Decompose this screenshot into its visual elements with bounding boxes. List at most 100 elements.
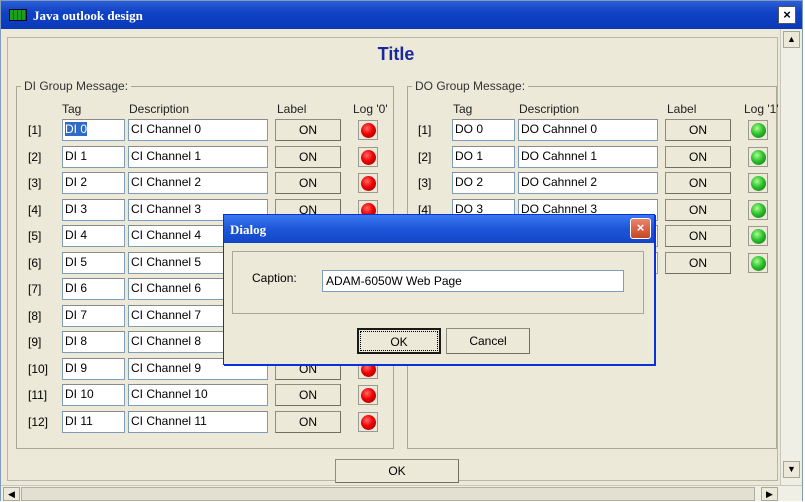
main-ok-button[interactable]: OK (335, 459, 459, 483)
horizontal-scrollbar[interactable]: ◀ ▶ (1, 485, 802, 501)
caption-dialog: Dialog × Caption: ADAM-6050W Web Page OK… (223, 214, 655, 365)
di-row-index: [4] (28, 203, 42, 217)
do-status-led-icon (748, 226, 768, 246)
di-tag-input[interactable]: DI 1 (62, 146, 125, 168)
di-tag-value: DI 9 (65, 361, 88, 375)
do-tag-input[interactable]: DO 2 (452, 172, 515, 194)
led-lamp (751, 203, 766, 218)
di-tag-input[interactable]: DI 2 (62, 172, 125, 194)
di-tag-input[interactable]: DI 0 (62, 119, 125, 141)
di-tag-value: DI 8 (65, 334, 88, 348)
caption-input[interactable]: ADAM-6050W Web Page (322, 270, 624, 292)
led-lamp (361, 388, 376, 403)
di-tag-value: DI 6 (65, 281, 88, 295)
close-icon: × (783, 7, 791, 22)
dialog-ok-button[interactable]: OK (357, 328, 441, 354)
do-tag-value: DO 1 (455, 149, 484, 163)
di-row-index: [6] (28, 256, 42, 270)
dialog-title: Dialog (230, 222, 267, 237)
di-header-tag: Tag (62, 102, 82, 116)
di-row-index: [10] (28, 362, 49, 376)
do-status-led-icon (748, 173, 768, 193)
di-header-label: Label (277, 102, 307, 116)
di-tag-input[interactable]: DI 10 (62, 384, 125, 406)
do-tag-value: DO 0 (455, 122, 484, 136)
di-tag-value: DI 4 (65, 228, 88, 242)
do-description-input[interactable]: DO Cahnnel 2 (518, 172, 658, 194)
do-status-led-icon (748, 147, 768, 167)
di-description-input[interactable]: CI Channel 11 (128, 411, 268, 433)
di-description-input[interactable]: CI Channel 1 (128, 146, 268, 168)
di-row-index: [7] (28, 282, 42, 296)
do-label-button[interactable]: ON (665, 119, 731, 141)
arrow-right-icon[interactable]: ▶ (761, 487, 778, 501)
di-status-led-icon (358, 120, 378, 140)
do-tag-value: DO 2 (455, 175, 484, 189)
do-description-input[interactable]: DO Cahnnel 1 (518, 146, 658, 168)
di-description-input[interactable]: CI Channel 0 (128, 119, 268, 141)
do-header-log: Log '1' (744, 102, 779, 116)
do-header-label: Label (667, 102, 697, 116)
di-tag-input[interactable]: DI 5 (62, 252, 125, 274)
arrow-down-icon[interactable]: ▼ (783, 461, 800, 478)
horizontal-scroll-thumb[interactable] (21, 487, 755, 501)
do-label-button[interactable]: ON (665, 225, 731, 247)
arrow-left-icon[interactable]: ◀ (3, 487, 20, 501)
window-close-button[interactable]: × (778, 6, 796, 24)
di-row: [1] DI 0 CI Channel 0 ON (28, 119, 388, 141)
di-tag-input[interactable]: DI 6 (62, 278, 125, 300)
do-header-description: Description (519, 102, 580, 116)
led-lamp (751, 256, 766, 271)
led-lamp (361, 123, 376, 138)
dialog-titlebar[interactable]: Dialog × (224, 215, 654, 243)
di-tag-value: DI 2 (65, 175, 88, 189)
di-tag-value: DI 10 (65, 387, 94, 401)
di-group-legend: DI Group Message: (24, 79, 129, 93)
di-status-led-icon (358, 173, 378, 193)
led-lamp (361, 415, 376, 430)
di-header-log: Log '0' (353, 102, 388, 116)
do-description-input[interactable]: DO Cahnnel 0 (518, 119, 658, 141)
led-lamp (751, 150, 766, 165)
dialog-close-button[interactable]: × (630, 218, 651, 239)
do-label-button[interactable]: ON (665, 252, 731, 274)
led-lamp (751, 229, 766, 244)
page-title: Title (377, 44, 415, 64)
vertical-scrollbar[interactable]: ▲ ▼ (780, 29, 801, 485)
di-label-button[interactable]: ON (275, 384, 341, 406)
do-status-led-icon (748, 200, 768, 220)
di-description-input[interactable]: CI Channel 10 (128, 384, 268, 406)
app-icon (9, 9, 27, 21)
main-window: Java outlook design × Title DI Group Mes… (0, 0, 803, 501)
di-row: [2] DI 1 CI Channel 1 ON (28, 146, 388, 168)
di-tag-value: DI 11 (65, 414, 93, 428)
di-tag-input[interactable]: DI 11 (62, 411, 125, 433)
dialog-cancel-button[interactable]: Cancel (446, 328, 530, 354)
window-titlebar[interactable]: Java outlook design × (1, 1, 802, 29)
do-header-tag: Tag (453, 102, 473, 116)
di-row-index: [11] (28, 388, 48, 402)
do-label-button[interactable]: ON (665, 172, 731, 194)
di-description-input[interactable]: CI Channel 2 (128, 172, 268, 194)
do-tag-input[interactable]: DO 1 (452, 146, 515, 168)
di-tag-input[interactable]: DI 8 (62, 331, 125, 353)
do-label-button[interactable]: ON (665, 199, 731, 221)
di-tag-input[interactable]: DI 4 (62, 225, 125, 247)
do-tag-input[interactable]: DO 0 (452, 119, 515, 141)
di-row-index: [3] (28, 176, 42, 190)
di-tag-value: DI 0 (65, 122, 88, 136)
di-tag-input[interactable]: DI 3 (62, 199, 125, 221)
di-label-button[interactable]: ON (275, 411, 341, 433)
di-row: [3] DI 2 CI Channel 2 ON (28, 172, 388, 194)
di-row-index: [8] (28, 309, 42, 323)
di-label-button[interactable]: ON (275, 146, 341, 168)
do-row: [2] DO 1 DO Cahnnel 1 ON (418, 146, 778, 168)
di-row-index: [1] (28, 123, 42, 137)
di-tag-input[interactable]: DI 9 (62, 358, 125, 380)
arrow-up-icon[interactable]: ▲ (783, 31, 800, 48)
di-label-button[interactable]: ON (275, 119, 341, 141)
di-tag-input[interactable]: DI 7 (62, 305, 125, 327)
di-tag-value: DI 7 (65, 308, 88, 322)
di-label-button[interactable]: ON (275, 172, 341, 194)
do-label-button[interactable]: ON (665, 146, 731, 168)
